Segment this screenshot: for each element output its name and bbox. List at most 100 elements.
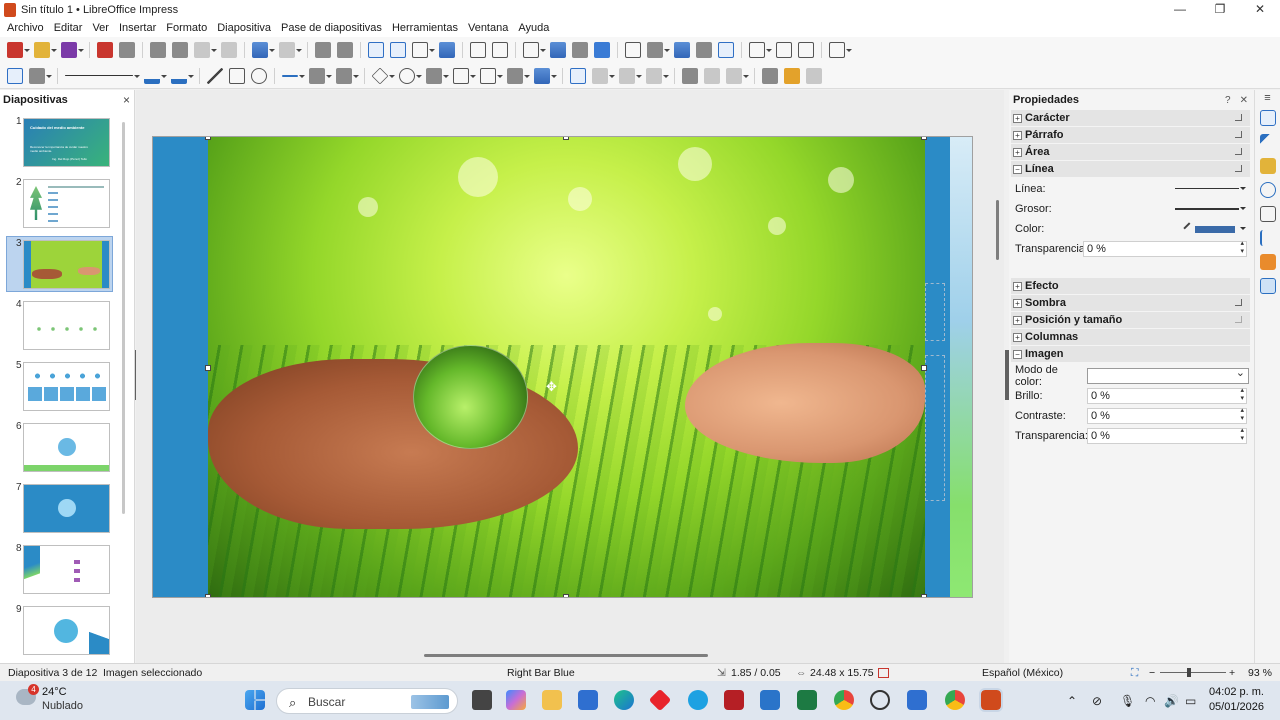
slides-panel-scrollbar[interactable]	[122, 122, 125, 514]
stars-icon[interactable]	[507, 67, 523, 84]
slide-layout-icon[interactable]	[829, 42, 845, 58]
slide-layout-dropdown[interactable]	[846, 42, 852, 58]
outlook-icon[interactable]	[760, 690, 780, 710]
close-window-button[interactable]: ✕	[1240, 0, 1280, 19]
libreoffice-impress-icon[interactable]	[979, 688, 1003, 712]
undo-dropdown[interactable]	[269, 42, 275, 58]
resize-handle-top-right[interactable]	[921, 137, 927, 140]
menu-formato[interactable]: Formato	[161, 19, 212, 37]
more-options-icon[interactable]	[1235, 148, 1242, 155]
selected-image[interactable]: ✥	[208, 137, 925, 597]
select-arrow-icon[interactable]	[7, 67, 23, 84]
start-from-current-icon[interactable]	[492, 42, 508, 58]
section-linea[interactable]: − Línea	[1011, 161, 1250, 177]
zoom-slider-track[interactable]	[1160, 672, 1226, 673]
weather-temperature[interactable]: 24°C	[42, 686, 67, 698]
show-hidden-icons[interactable]: ⌃	[1067, 694, 1077, 708]
table-icon[interactable]	[523, 42, 539, 58]
resize-handle-right[interactable]	[921, 365, 927, 371]
clock-time[interactable]: 04:02 p. m.	[1209, 686, 1264, 698]
paste-dropdown[interactable]	[211, 42, 217, 58]
show-draw-functions-icon[interactable]	[718, 42, 734, 58]
section-imagen[interactable]: − Imagen	[1011, 346, 1250, 362]
open-dropdown[interactable]	[51, 42, 57, 58]
chevron-down-icon[interactable]	[1240, 227, 1246, 230]
properties-help-button[interactable]: ?	[1225, 95, 1231, 106]
properties-tab-icon[interactable]	[1260, 110, 1276, 126]
slide-thumbnail-7[interactable]: 7	[0, 480, 125, 536]
line-width-selector[interactable]	[1175, 208, 1239, 210]
more-options-icon[interactable]	[1235, 316, 1242, 323]
helplines-icon[interactable]	[390, 42, 406, 58]
distribute-dropdown[interactable]	[663, 68, 669, 84]
find-replace-icon[interactable]	[315, 42, 331, 58]
contrast-spinbox[interactable]: 0 %	[1087, 407, 1247, 424]
app-circle-icon[interactable]	[870, 690, 890, 710]
resize-handle-bottom[interactable]	[563, 594, 569, 597]
zoom-out-button[interactable]: −	[1149, 667, 1155, 679]
section-caracter[interactable]: + Carácter	[1011, 110, 1250, 126]
more-options-icon[interactable]	[1235, 165, 1242, 172]
menu-ayuda[interactable]: Ayuda	[513, 19, 554, 37]
cut-icon[interactable]	[150, 42, 166, 58]
menu-diapositiva[interactable]: Diapositiva	[212, 19, 276, 37]
lines-arrows-icon[interactable]	[282, 74, 298, 77]
slide-thumbnail-5[interactable]: 5	[0, 358, 125, 414]
menu-pase-de-diapositivas[interactable]: Pase de diapositivas	[276, 19, 387, 37]
connectors-dropdown[interactable]	[353, 68, 359, 84]
fit-slide-icon[interactable]: ⛶	[1131, 667, 1138, 680]
glue-points-icon[interactable]	[784, 67, 800, 84]
slide-thumbnail-8[interactable]: 8	[0, 541, 125, 597]
app-red-icon[interactable]	[648, 688, 672, 712]
mcafee-icon[interactable]	[724, 690, 744, 710]
block-arrows-dropdown[interactable]	[443, 68, 449, 84]
copilot-icon[interactable]	[506, 690, 526, 710]
copy-icon[interactable]	[172, 42, 188, 58]
line-style-selector[interactable]	[1175, 188, 1239, 189]
points-icon[interactable]	[762, 67, 778, 84]
menu-editar[interactable]: Editar	[49, 19, 88, 37]
menu-herramientas[interactable]: Herramientas	[387, 19, 463, 37]
print-icon[interactable]	[119, 42, 135, 58]
line-tool-icon[interactable]	[207, 67, 223, 84]
new-icon[interactable]	[7, 42, 23, 58]
app-blue-icon[interactable]	[688, 690, 708, 710]
store-icon[interactable]	[578, 690, 598, 710]
delete-slide-icon[interactable]	[798, 42, 814, 58]
resize-handle-top-left[interactable]	[205, 137, 211, 140]
filter-icon[interactable]	[726, 67, 742, 84]
basic-shapes-icon[interactable]	[371, 67, 389, 84]
undo-icon[interactable]	[252, 42, 268, 58]
slide-thumbnail-1[interactable]: 1 Cuidado del medio ambiente Reconocer l…	[0, 114, 125, 170]
export-pdf-icon[interactable]	[97, 42, 113, 58]
zoom-level[interactable]: 93 %	[1248, 667, 1272, 679]
spelling-icon[interactable]	[337, 42, 353, 58]
align-icon[interactable]	[592, 67, 608, 84]
weather-description[interactable]: Nublado	[42, 700, 83, 712]
chevron-down-icon[interactable]	[1240, 187, 1246, 190]
line-style-dropdown[interactable]	[134, 68, 140, 84]
new-dropdown[interactable]	[24, 42, 30, 58]
section-area[interactable]: + Área	[1011, 144, 1250, 160]
image-icon[interactable]	[550, 42, 566, 58]
vertical-scrollbar[interactable]	[996, 200, 999, 260]
zoom-dropdown[interactable]	[46, 68, 52, 84]
special-character-dropdown[interactable]	[664, 42, 670, 58]
slide-thumbnail-3[interactable]: 3	[0, 236, 125, 292]
resize-handle-left[interactable]	[205, 365, 211, 371]
redo-icon[interactable]	[279, 42, 295, 58]
line-transparency-spinbox[interactable]: 0 %	[1083, 240, 1247, 257]
arrange-dropdown[interactable]	[636, 68, 642, 84]
section-columnas[interactable]: + Columnas	[1011, 329, 1250, 345]
wifi-icon[interactable]: ◠	[1145, 694, 1155, 708]
word-icon[interactable]	[907, 690, 927, 710]
3d-objects-dropdown[interactable]	[551, 68, 557, 84]
battery-icon[interactable]: ▭	[1185, 694, 1196, 708]
styles-tab-icon[interactable]	[1260, 134, 1276, 150]
callouts-dropdown[interactable]	[497, 68, 503, 84]
stars-dropdown[interactable]	[524, 68, 530, 84]
more-options-icon[interactable]	[1235, 299, 1242, 306]
gallery-tab-icon[interactable]	[1260, 158, 1276, 174]
chrome-icon[interactable]	[834, 690, 854, 710]
slide-transition-tab-icon[interactable]	[1260, 230, 1276, 246]
